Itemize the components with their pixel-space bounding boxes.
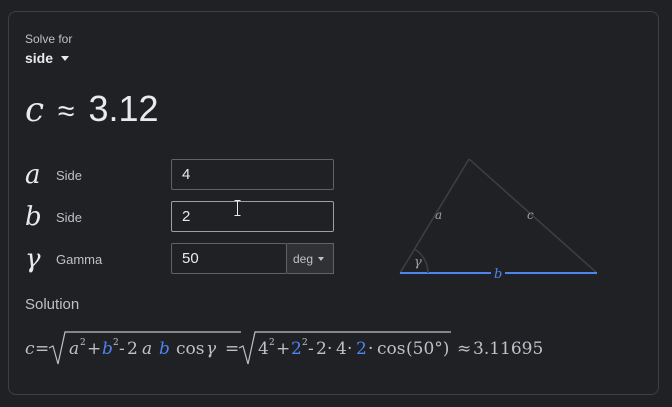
svg-text:·: · [347, 339, 352, 359]
formula-equals: = [35, 339, 49, 359]
diagram-label-gamma: γ [414, 255, 422, 270]
formula-b-exp: 2 [113, 338, 119, 348]
numeric-b: 2 [291, 339, 302, 359]
formula-lhs: c [25, 339, 35, 359]
diagram-label-c: c [527, 208, 534, 222]
svg-text:·: · [368, 339, 373, 359]
gamma-value: 50 [182, 250, 199, 267]
svg-text:+: + [87, 339, 101, 359]
chevron-down-icon [318, 256, 325, 261]
svg-text:-: - [308, 339, 314, 359]
gamma-input[interactable]: 50 [171, 243, 287, 274]
input-row-gamma: γ Gamma [25, 243, 102, 275]
diagram-label-a: a [435, 208, 442, 222]
formula-b: b [102, 339, 113, 359]
chevron-down-icon [61, 55, 70, 61]
symbol-a: a [25, 160, 41, 190]
numeric-cos: cos [377, 339, 405, 359]
solve-for-dropdown[interactable]: side [25, 50, 70, 66]
numeric-two: 2 [316, 339, 327, 359]
symbol-b: b [25, 202, 42, 232]
result-value: 3.12 [88, 88, 159, 129]
text-cursor-icon [234, 200, 241, 216]
formula-cos: cos [176, 339, 204, 359]
label-side-b: Side [56, 209, 83, 225]
label-side-a: Side [56, 167, 83, 183]
formula-a-exp: 2 [80, 338, 86, 348]
angle-unit-value: deg [293, 251, 314, 266]
svg-text:+: + [276, 339, 290, 359]
formula-gamma: γ [206, 339, 217, 359]
formula-a2: a [142, 339, 152, 359]
formula-result: 3.11695 [473, 339, 543, 359]
input-row-a: a Side [25, 159, 82, 191]
solution-heading: Solution [25, 296, 80, 313]
result-approx-symbol: ≈ [58, 95, 75, 128]
svg-text:≈: ≈ [457, 339, 471, 359]
solve-for-value: side [25, 50, 54, 66]
numeric-a2: 4 [336, 339, 347, 359]
solution-formula: c = a 2 + b 2 - 2 a b cos γ = 4 2 + 2 2 … [25, 331, 543, 365]
formula-two: 2 [127, 339, 138, 359]
formula-equals-2: = [225, 339, 239, 359]
svg-text:·: · [327, 339, 332, 359]
numeric-b-exp: 2 [302, 338, 308, 348]
numeric-a-exp: 2 [269, 338, 275, 348]
input-row-b: b Side [25, 201, 82, 233]
side-a-input[interactable]: 4 [171, 159, 334, 190]
numeric-angle: (50°) [406, 339, 449, 359]
solve-for-label: Solve for [25, 32, 73, 46]
svg-text:-: - [119, 339, 125, 359]
symbol-gamma: γ [25, 244, 41, 274]
formula-b2: b [159, 339, 170, 359]
diagram-label-b: b [494, 267, 502, 278]
result-variable: c [25, 90, 45, 130]
angle-unit-dropdown[interactable]: deg [287, 243, 334, 274]
formula-a: a [69, 339, 79, 359]
side-a-value: 4 [182, 166, 191, 183]
numeric-b2: 2 [356, 339, 367, 359]
label-gamma: Gamma [56, 251, 103, 267]
result-display: c ≈ 3.12 [25, 88, 159, 132]
triangle-diagram: a c b γ [399, 158, 598, 278]
numeric-a: 4 [258, 339, 269, 359]
side-b-value: 2 [182, 208, 191, 225]
side-b-input[interactable]: 2 [171, 201, 334, 232]
